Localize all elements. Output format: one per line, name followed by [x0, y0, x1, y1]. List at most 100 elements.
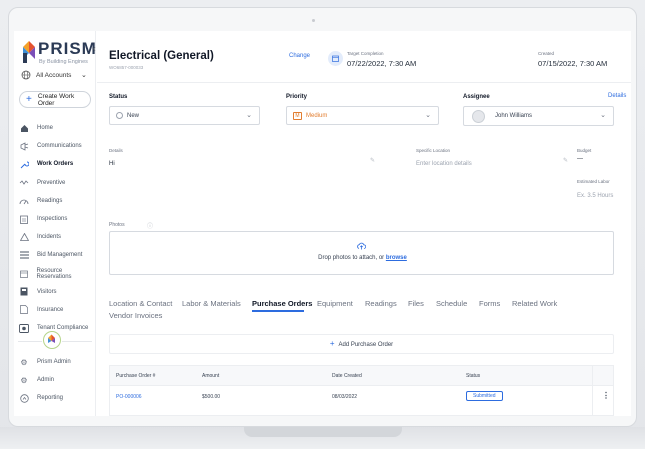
app-screen: PRISM By Building Engines ‹ All Accounts…	[14, 31, 631, 416]
preventive-icon	[19, 178, 29, 188]
specific-location-field[interactable]: Enter location details	[416, 161, 472, 167]
table-header: Purchase Order # Amount Date Created Sta…	[110, 366, 613, 386]
details-label: Details	[109, 148, 123, 153]
tab-related-work[interactable]: Related Work	[512, 299, 557, 308]
laptop-frame: PRISM By Building Engines ‹ All Accounts…	[0, 0, 645, 449]
accounts-label: All Accounts	[36, 72, 72, 79]
sidebar-item-bid-management[interactable]: Bid Management	[14, 246, 96, 264]
gear-icon: ⚙	[20, 357, 28, 367]
budget-label: Budget	[577, 148, 592, 153]
sidebar-item-prism-admin[interactable]: ⚙ Prism Admin	[14, 353, 96, 371]
compliance-icon	[19, 323, 29, 333]
calendar-icon	[19, 269, 29, 279]
sidebar-item-label: Visitors	[37, 288, 57, 295]
target-completion-label: Target Completion	[347, 51, 384, 56]
status-label: Status	[109, 94, 128, 100]
collapse-sidebar-icon[interactable]: ‹	[93, 44, 96, 53]
sidebar-item-insurance[interactable]: Insurance	[14, 301, 96, 319]
sidebar-item-admin[interactable]: ⚙ Admin	[14, 371, 96, 389]
tab-files[interactable]: Files	[408, 299, 424, 308]
status-select[interactable]: New ⌄	[109, 106, 260, 125]
estimated-labor-field[interactable]: Ex. 3.5 Hours	[577, 193, 613, 199]
tab-location-contact[interactable]: Location & Contact	[109, 299, 172, 308]
edit-icon[interactable]: ✎	[370, 157, 375, 164]
main-content: Electrical (General) WO6857-000033 Chang…	[97, 31, 631, 416]
po-amount: $500.00	[202, 394, 221, 400]
browse-link[interactable]: browse	[386, 255, 407, 261]
column-header[interactable]: Purchase Order #	[116, 373, 155, 379]
header-divider	[97, 82, 631, 83]
column-divider	[592, 366, 593, 415]
create-work-order-button[interactable]: + Create Work Order	[19, 91, 91, 108]
sidebar-item-inspections[interactable]: Inspections	[14, 210, 96, 228]
priority-icon: M	[293, 111, 302, 120]
tab-purchase-orders[interactable]: Purchase Orders	[252, 299, 312, 308]
po-date: 08/03/2022	[332, 394, 358, 400]
sidebar-item-label: Inspections	[37, 216, 68, 223]
chevron-down-icon: ⌄	[246, 112, 252, 119]
photos-label: Photos	[109, 222, 125, 228]
sidebar-item-communications[interactable]: Communications	[14, 137, 96, 155]
created-value: 07/15/2022, 7:30 AM	[538, 59, 608, 68]
sidebar-item-label: Reporting	[37, 395, 64, 402]
badge-icon	[19, 287, 29, 297]
chevron-down-icon: ⌄	[600, 112, 606, 119]
change-link[interactable]: Change	[289, 53, 310, 59]
details-field[interactable]: Hi	[109, 161, 115, 167]
column-header[interactable]: Date Created	[332, 373, 362, 379]
column-header[interactable]: Amount	[202, 373, 219, 379]
tab-equipment[interactable]: Equipment	[317, 299, 353, 308]
globe-icon	[21, 70, 31, 80]
tab-vendor-invoices[interactable]: Vendor Invoices	[109, 311, 162, 320]
sidebar-item-label: Bid Management	[37, 252, 83, 259]
tab-readings[interactable]: Readings	[365, 299, 397, 308]
priority-value: Medium	[306, 112, 328, 119]
details-link[interactable]: Details	[608, 93, 626, 99]
sidebar-item-home[interactable]: Home	[14, 119, 96, 137]
add-purchase-order-button[interactable]: + Add Purchase Order	[109, 334, 614, 354]
work-order-id: WO6857-000033	[109, 65, 144, 70]
chevron-down-icon: ⌄	[425, 112, 431, 119]
sidebar-item-reporting[interactable]: Reporting	[14, 389, 96, 407]
drop-instructions: Drop photos to attach, or browse	[110, 255, 615, 261]
priority-label: Priority	[286, 94, 308, 100]
sidebar-item-visitors[interactable]: Visitors	[14, 283, 96, 301]
brand-name: PRISM	[38, 39, 97, 58]
sidebar-item-label: Preventive	[37, 179, 66, 186]
report-icon	[19, 393, 29, 403]
assignee-select[interactable]: John Williams ⌄	[463, 106, 614, 126]
prism-logo[interactable]: PRISM By Building Engines	[23, 39, 96, 69]
sidebar-item-label: Readings	[37, 197, 63, 204]
sidebar-item-incidents[interactable]: Incidents	[14, 228, 96, 246]
tab-schedule[interactable]: Schedule	[436, 299, 467, 308]
status-ring-icon	[116, 112, 123, 119]
sidebar-item-label: Home	[37, 125, 54, 132]
sidebar-item-label: Communications	[37, 143, 82, 150]
target-completion-value[interactable]: 07/22/2022, 7:30 AM	[347, 59, 416, 68]
sidebar-item-readings[interactable]: Readings	[14, 192, 96, 210]
sidebar-item-preventive[interactable]: Preventive	[14, 174, 96, 192]
edit-icon[interactable]: ✎	[563, 157, 568, 164]
more-options-icon[interactable]: ⋮	[602, 391, 610, 400]
prism-app-switcher-icon[interactable]	[43, 331, 61, 349]
camera-dot	[312, 19, 315, 22]
created-label: Created	[538, 51, 555, 56]
photo-dropzone[interactable]: Drop photos to attach, or browse	[109, 231, 614, 275]
sidebar-item-resource-reservations[interactable]: Resource Reservations	[14, 265, 96, 283]
sidebar-item-label: Prism Admin	[37, 359, 71, 366]
budget-field[interactable]: —	[577, 156, 583, 162]
sidebar-item-work-orders[interactable]: Work Orders	[14, 155, 96, 173]
accounts-selector[interactable]: All Accounts ⌄	[21, 70, 95, 82]
clipboard-icon	[19, 214, 29, 224]
tab-forms[interactable]: Forms	[479, 299, 500, 308]
status-badge: Submitted	[466, 391, 503, 401]
drop-text: Drop photos to attach, or	[318, 255, 386, 261]
calendar-icon	[328, 51, 343, 66]
column-header[interactable]: Status	[466, 373, 480, 379]
priority-select[interactable]: M Medium ⌄	[286, 106, 439, 125]
wrench-icon	[19, 159, 29, 169]
po-number-link[interactable]: PO-000006	[116, 394, 142, 400]
sidebar-bottom-nav: ⚙ Prism Admin ⚙ Admin Reporting	[14, 353, 96, 408]
tab-labor-materials[interactable]: Labor & Materials	[182, 299, 241, 308]
laptop-notch	[244, 427, 402, 437]
